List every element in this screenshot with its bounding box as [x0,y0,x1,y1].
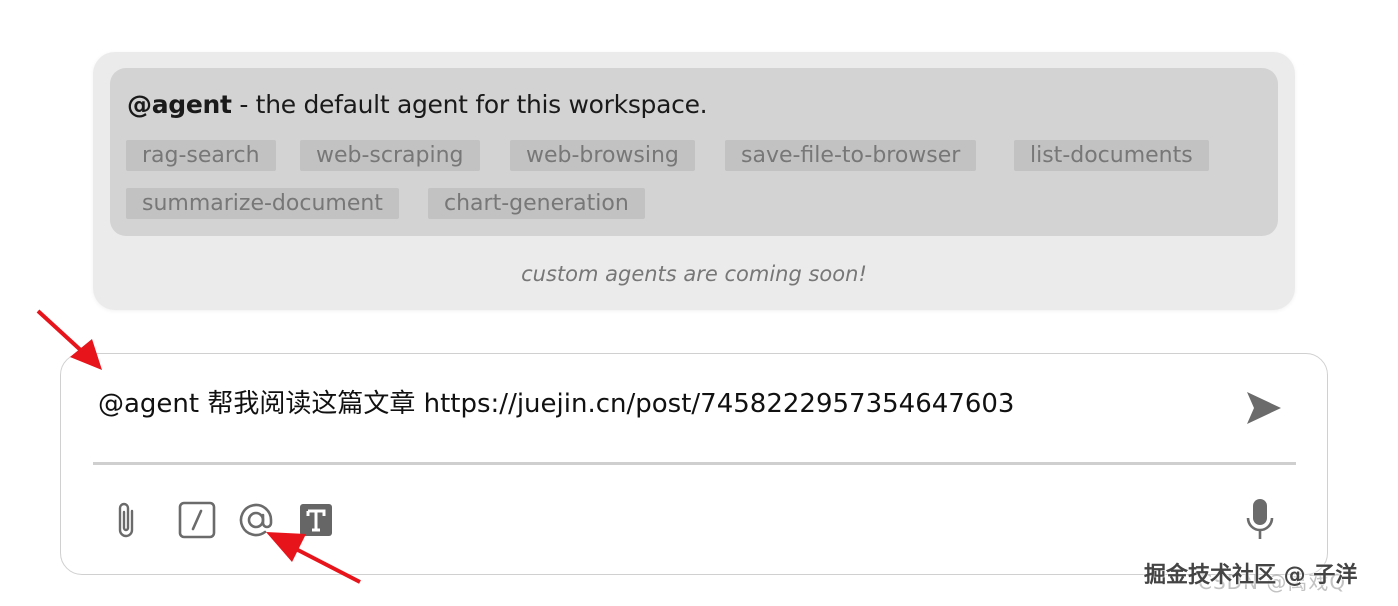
agent-name: @agent [127,90,232,119]
tool-tag-web-browsing: web-browsing [510,140,695,171]
tool-tag-chart-generation: chart-generation [428,188,645,219]
prompt-input[interactable]: @agent 帮我阅读这篇文章 https://juejin.cn/post/7… [98,383,1014,420]
coming-soon-note: custom agents are coming soon! [521,262,867,286]
agent-card[interactable]: @agent - the default agent for this work… [110,68,1278,236]
agent-description: - the default agent for this workspace. [231,90,708,119]
prompt-input-box: @agent 帮我阅读这篇文章 https://juejin.cn/post/7… [60,353,1328,575]
tool-tag-save-file-to-browser: save-file-to-browser [725,140,977,171]
tool-tag-rag-search: rag-search [126,140,276,171]
slash-command-icon[interactable] [177,499,217,541]
annotation-arrow-icon [36,309,102,370]
agent-popup: @agent - the default agent for this work… [93,52,1295,310]
paperclip-icon[interactable] [111,499,141,541]
watermark: 掘金技术社区 @ 子洋 [1144,563,1358,588]
microphone-icon[interactable] [1243,496,1277,544]
input-divider [93,462,1296,465]
agent-title: @agent - the default agent for this work… [127,90,708,119]
tool-tag-list-documents: list-documents [1014,140,1209,171]
tool-tag-summarize-document: summarize-document [126,188,399,219]
send-icon[interactable] [1241,386,1285,430]
tool-tag-web-scraping: web-scraping [300,140,480,171]
annotation-arrow-icon [266,532,361,584]
